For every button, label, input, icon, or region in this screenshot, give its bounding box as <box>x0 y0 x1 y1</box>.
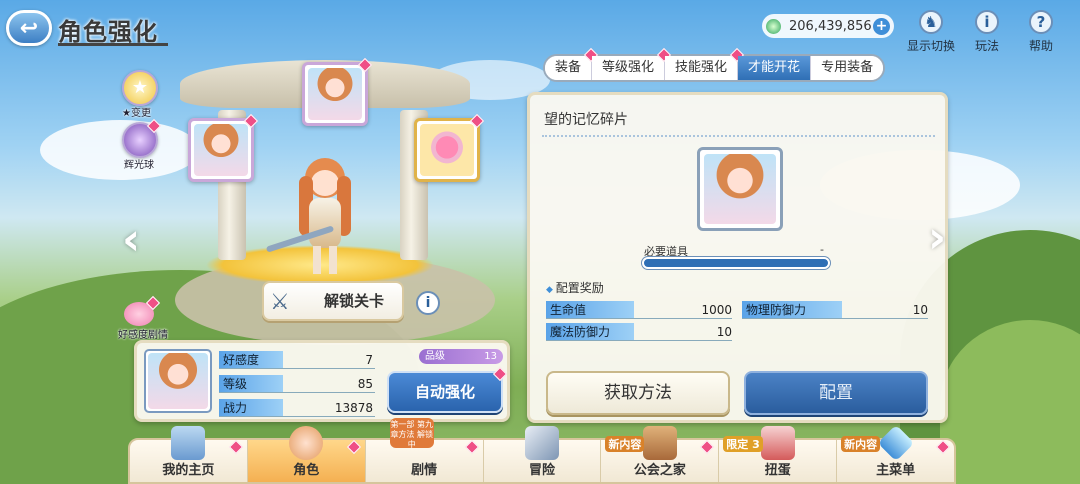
rank-value: 13 <box>484 351 497 362</box>
next-character-arrow-icon[interactable]: › <box>928 212 946 263</box>
talent-slot-top[interactable] <box>302 57 373 126</box>
status-row: 等级 85 <box>219 375 375 393</box>
panel-title: 望的记忆碎片 <box>544 112 628 128</box>
nav-guild-house[interactable]: 新内容 公会之家 <box>601 426 720 482</box>
panel-divider <box>542 135 935 137</box>
nav-gacha[interactable]: 限定 3 扭蛋 <box>719 426 838 482</box>
nav-adventure[interactable]: 冒险 <box>484 426 602 482</box>
status-row: 好感度 7 <box>219 351 375 369</box>
prev-character-arrow-icon[interactable]: ‹ <box>122 214 140 265</box>
display-switch-icon: ♞ <box>919 10 943 34</box>
nav-main-menu[interactable]: 新内容 主菜单 <box>837 424 954 482</box>
affection-heart-icon[interactable] <box>120 295 161 328</box>
character-sprite <box>265 158 375 278</box>
character-avatar-icon <box>148 353 208 409</box>
stat-row: 物理防御力 10 <box>742 301 928 319</box>
title-underline <box>58 43 168 46</box>
status-label: 等级 <box>219 375 283 393</box>
limited-tag: 限定 3 <box>723 436 763 452</box>
status-label: 好感度 <box>219 351 283 369</box>
gameplay-button[interactable]: i 玩法 <box>960 10 1014 54</box>
tab-level-up[interactable]: 等级强化 <box>592 47 672 80</box>
new-content-tag: 新内容 <box>841 436 881 452</box>
story-chapter-tag: 第一部 第九章方法 解锁中 <box>389 418 434 449</box>
stat-value: 1000 <box>701 303 732 317</box>
memory-shard-item[interactable] <box>697 147 783 231</box>
help-button[interactable]: ? 帮助 <box>1014 10 1068 54</box>
status-value: 85 <box>357 377 373 391</box>
star-change-label: ★变更 <box>122 108 151 119</box>
glow-orb-label: 辉光球 <box>124 160 154 171</box>
memory-shard-icon <box>704 154 776 224</box>
helmet-icon: ⚔ <box>270 290 290 315</box>
page-title: 角色强化 <box>58 18 158 46</box>
display-switch-label: 显示切换 <box>906 39 955 53</box>
status-label: 战力 <box>219 399 283 417</box>
guild-door-icon <box>642 426 677 460</box>
stat-row: 生命值 1000 <box>546 301 732 319</box>
tab-talent-bloom[interactable]: 才能开花 <box>738 56 812 80</box>
character-status-card: 好感度 7 等级 85 战力 13878 品级 13 自动强化 <box>134 340 510 422</box>
nav-character[interactable]: 角色 <box>247 426 366 482</box>
stat-label: 魔法防御力 <box>546 323 634 341</box>
talent-panel: 望的记忆碎片 必要道具 - 配置奖励 生命值 1000 物理防御力 10 魔法防… <box>527 92 948 423</box>
back-button[interactable]: ↩ <box>6 10 52 46</box>
tab-unique-equipment[interactable]: 专用装备 <box>811 56 884 80</box>
memory-shard-slot-icon <box>194 124 248 176</box>
gameplay-icon: i <box>975 10 999 34</box>
new-content-tag: 新内容 <box>605 436 645 452</box>
unlock-stage-label: 解锁关卡 <box>323 292 384 310</box>
tab-equipment[interactable]: 装备 <box>545 47 599 80</box>
auto-enhance-button[interactable]: 自动强化 <box>387 371 503 413</box>
heart-crystal-icon <box>420 124 474 176</box>
required-item-bar <box>642 257 830 269</box>
nav-story[interactable]: 第一部 第九章方法 解锁中 剧情 <box>366 418 484 482</box>
stat-row: 魔法防御力 10 <box>546 323 732 341</box>
talent-slot-right[interactable] <box>414 113 485 182</box>
gameplay-label: 玩法 <box>974 39 999 53</box>
status-value: 7 <box>365 353 373 367</box>
character-nav-icon <box>289 426 324 460</box>
gem-counter: 206,439,856 + <box>762 14 894 38</box>
affection-story-label: 好感度剧情 <box>118 330 168 341</box>
stat-value: 10 <box>912 303 928 317</box>
bottom-nav: 我的主页 角色 第一部 第九章方法 解锁中 剧情 冒险 新内容 公会之家 限定 … <box>128 418 956 484</box>
status-row: 战力 13878 <box>219 399 375 417</box>
add-gem-button[interactable]: + <box>873 17 890 35</box>
nav-my-page[interactable]: 我的主页 <box>130 426 248 482</box>
tab-skill-up[interactable]: 技能强化 <box>665 47 745 80</box>
star-change-button[interactable]: ★ <box>122 70 158 106</box>
unlock-stage-button[interactable]: ⚔ 解锁关卡 <box>262 281 404 321</box>
required-item-value: - <box>820 243 824 256</box>
enhance-tabs: 装备 等级强化 技能强化 才能开花 专用装备 <box>543 47 886 82</box>
assign-button[interactable]: 配置 <box>744 371 928 415</box>
info-icon[interactable]: i <box>416 291 440 315</box>
character-avatar[interactable] <box>144 349 212 413</box>
help-label: 帮助 <box>1028 39 1053 53</box>
glow-orb-button[interactable] <box>122 118 162 158</box>
display-switch-button[interactable]: ♞ 显示切换 <box>904 10 958 54</box>
back-arrow-icon: ↩ <box>19 15 39 41</box>
stat-value: 10 <box>716 325 732 339</box>
castle-icon <box>171 426 206 460</box>
stat-label: 生命值 <box>546 301 634 319</box>
talent-slot-left[interactable] <box>188 113 259 182</box>
obtain-method-button[interactable]: 获取方法 <box>546 371 730 415</box>
gacha-icon <box>760 426 795 460</box>
gem-amount: 206,439,856 <box>789 18 872 34</box>
character-portrait-icon <box>308 68 362 120</box>
stat-label: 物理防御力 <box>742 301 842 319</box>
rank-badge: 品级 13 <box>419 349 503 364</box>
sword-shield-icon <box>525 426 559 460</box>
gem-icon <box>766 18 781 34</box>
star-icon: ★ <box>131 77 149 98</box>
bonus-title: 配置奖励 <box>546 279 604 296</box>
status-value: 13878 <box>334 401 373 415</box>
help-icon: ? <box>1029 10 1053 34</box>
